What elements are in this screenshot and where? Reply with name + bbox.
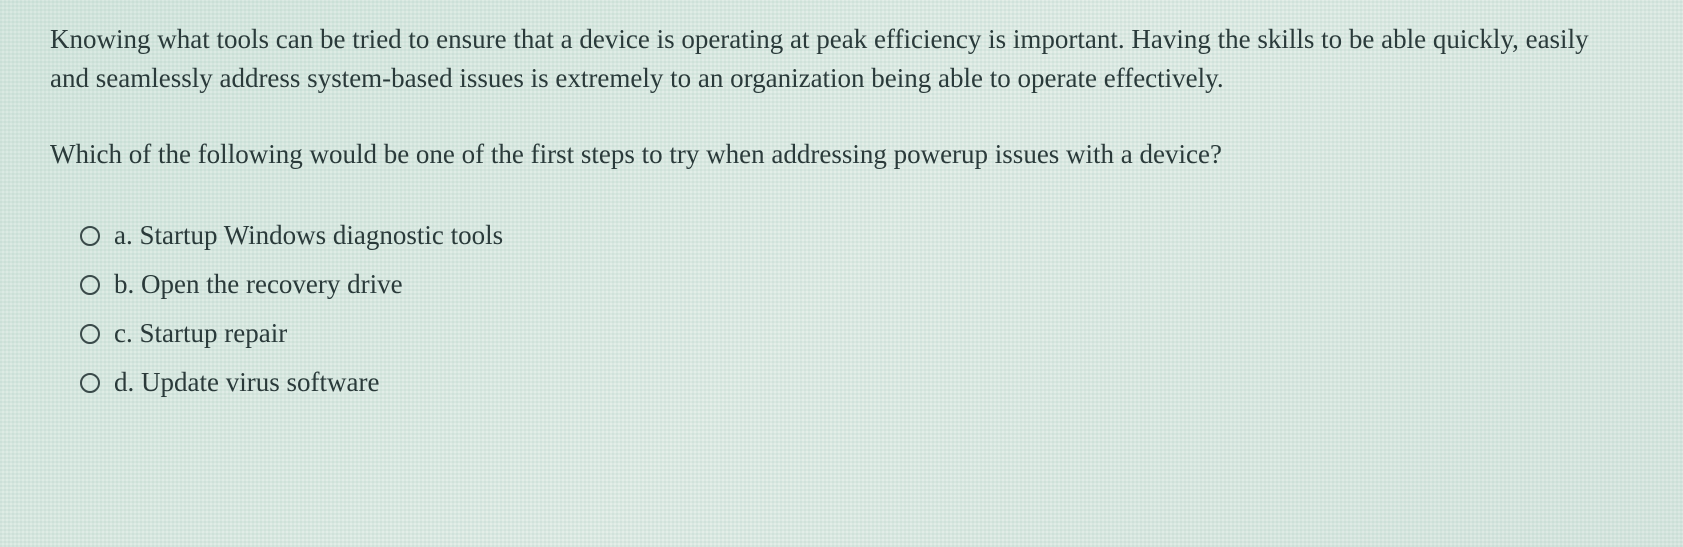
option-label: b. Open the recovery drive [114,267,403,302]
option-c[interactable]: c. Startup repair [80,316,1633,351]
radio-icon[interactable] [80,373,100,393]
radio-icon[interactable] [80,226,100,246]
question-intro-text: Knowing what tools can be tried to ensur… [50,20,1633,98]
answer-options-group: a. Startup Windows diagnostic tools b. O… [50,218,1633,400]
question-prompt: Which of the following would be one of t… [50,136,1633,174]
option-a[interactable]: a. Startup Windows diagnostic tools [80,218,1633,253]
option-d[interactable]: d. Update virus software [80,365,1633,400]
radio-icon[interactable] [80,275,100,295]
option-b[interactable]: b. Open the recovery drive [80,267,1633,302]
option-label: c. Startup repair [114,316,287,351]
option-label: d. Update virus software [114,365,379,400]
option-label: a. Startup Windows diagnostic tools [114,218,503,253]
radio-icon[interactable] [80,324,100,344]
